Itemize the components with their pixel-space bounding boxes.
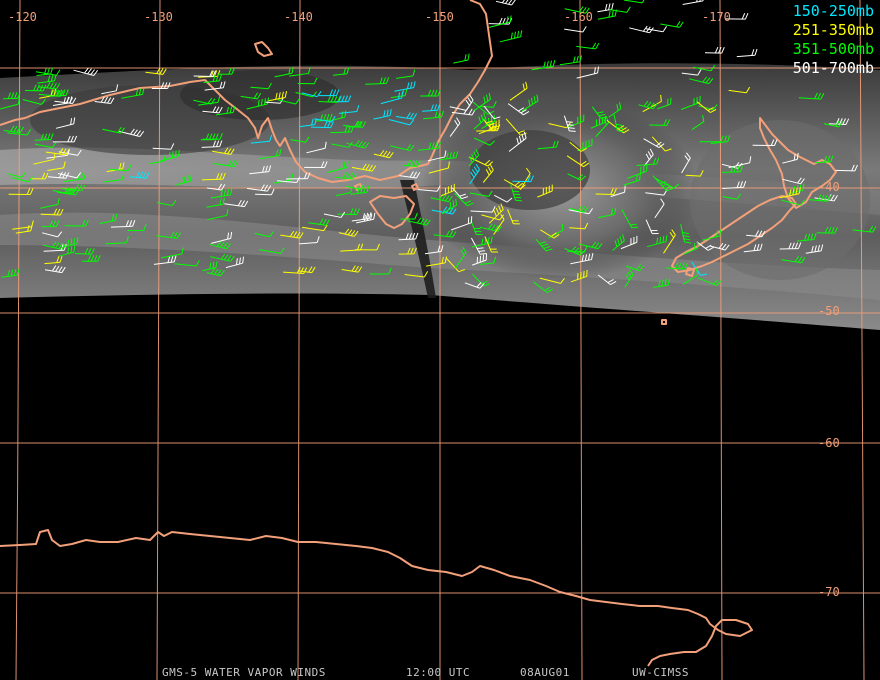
lat-label: -60 [818,436,840,450]
lon-label: -130 [144,10,173,24]
barb-feather [679,21,684,28]
lat-label: -40 [818,180,840,194]
barb-feather [604,3,608,11]
barb-feather [721,47,725,54]
barb-feather [714,46,719,54]
legend-item-351-500mb: 351-500mb [792,40,874,58]
lon-label: -120 [8,10,37,24]
footer-source: UW-CIMSS [632,666,689,679]
barb-feather [509,15,512,23]
barb-feather [641,0,647,4]
barb-shaft [597,15,616,20]
wind-barb [495,0,516,6]
barb-feather [56,69,61,76]
barb-feather [741,12,746,20]
barb-feather [611,10,614,17]
wind-barb [564,26,587,33]
barb-feather [467,53,470,61]
barb-feather [50,67,54,75]
barb-shaft [255,193,272,196]
barb-feather [608,3,611,10]
wind-barb [488,17,513,25]
wind-barb [629,25,654,34]
barb-feather [751,49,755,56]
wind-barb [624,0,647,4]
barb-feather [511,0,516,6]
barb-feather [579,55,582,62]
barb-feather [464,54,467,61]
legend-item-501-700mb: 501-700mb [792,59,874,77]
barb-feather [662,25,668,33]
barb-feather [744,12,749,20]
barb-feather [676,21,681,28]
barb-feather [595,42,600,50]
lon-label: -170 [702,10,731,24]
lon-label: -140 [284,10,313,24]
barb-shaft [453,59,469,64]
pressure-legend: 150-250mb 251-350mb 351-500mb 501-700mb [793,2,874,78]
barb-shaft [609,9,627,13]
barb-shaft [36,73,51,76]
wind-barb [499,30,523,43]
wind-barb [736,48,758,58]
barb-feather [611,2,614,10]
barb-feather [520,30,523,37]
lon-label: -160 [564,10,593,24]
barb-feather [499,17,503,25]
barb-feather [582,26,587,33]
barb-feather [573,56,576,63]
wind-barb [704,46,725,54]
legend-item-251-350mb: 251-350mb [792,21,874,39]
lat-label: -70 [818,585,840,599]
barb-feather [626,6,631,13]
wind-barb [660,21,684,28]
lat-label: -50 [818,304,840,318]
barb-shaft [624,0,643,4]
barb-feather [754,48,758,56]
barb-feather [592,42,597,49]
barb-feather [608,10,611,18]
wind-barb [559,55,582,66]
map-canvas [0,0,880,680]
wind-barb [453,53,470,64]
legend-item-150-250mb: 150-250mb [792,2,874,20]
lon-label: -150 [425,10,454,24]
wind-barb [682,0,705,5]
footer-time: 12:00 UTC [406,666,471,679]
barb-feather [576,55,579,63]
satellite-wind-map: -120 -130 -140 -150 -160 -170 -40 -50 -6… [0,0,880,680]
footer-date: 08AUG01 [520,666,570,679]
footer-product: GMS-5 WATER VAPOR WINDS [162,666,326,679]
